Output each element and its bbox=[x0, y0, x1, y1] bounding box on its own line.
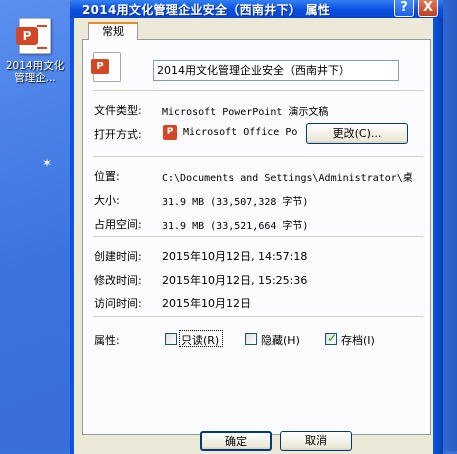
accessed-label: 访问时间: bbox=[94, 297, 142, 310]
ok-button[interactable]: 确定 bbox=[200, 431, 272, 451]
dialog-client-area: 常规 P 2014用文化管理企业安全（西南井下） 文件类型: Microsoft… bbox=[74, 18, 439, 454]
size-on-disk-label: 占用空间: bbox=[94, 218, 142, 231]
size-label: 大小: bbox=[94, 194, 120, 207]
powerpoint-small-icon: P bbox=[163, 125, 177, 140]
modified-label: 修改时间: bbox=[94, 274, 142, 287]
close-button[interactable]: X bbox=[418, 0, 438, 17]
hidden-label[interactable]: 隐藏(H) bbox=[261, 332, 300, 348]
checkmark-icon: ✓ bbox=[327, 331, 338, 345]
opens-with-label: 打开方式: bbox=[94, 128, 142, 141]
tab-general[interactable]: 常规 bbox=[88, 22, 138, 40]
divider bbox=[93, 316, 423, 318]
powerpoint-icon: P bbox=[91, 52, 121, 82]
size-value: 31.9 MB (33,507,328 字节) bbox=[162, 197, 309, 208]
opens-with-value: Microsoft Office Po bbox=[183, 127, 298, 138]
created-label: 创建时间: bbox=[94, 250, 142, 263]
hidden-checkbox[interactable] bbox=[245, 333, 257, 345]
cancel-button[interactable]: 取消 bbox=[280, 431, 352, 451]
file-name-input[interactable]: 2014用文化管理企业安全（西南井下） bbox=[153, 60, 399, 81]
archive-checkbox[interactable]: ✓ bbox=[325, 331, 338, 345]
properties-dialog: 2014用文化管理企业安全（西南井下） 属性 ? X 常规 P 2014用文化管… bbox=[70, 0, 443, 454]
attributes-label: 属性: bbox=[94, 334, 120, 347]
window-title: 2014用文化管理企业安全（西南井下） 属性 bbox=[82, 3, 331, 17]
help-button[interactable]: ? bbox=[394, 0, 414, 17]
size-on-disk-value: 31.9 MB (33,521,664 字节) bbox=[162, 221, 309, 232]
created-value: 2015年10月12日, 14:57:18 bbox=[162, 250, 308, 263]
modified-value: 2015年10月12日, 15:25:36 bbox=[162, 274, 308, 287]
readonly-label[interactable]: 只读(R) bbox=[181, 332, 219, 348]
file-type-value: Microsoft PowerPoint 演示文稿 bbox=[162, 107, 329, 118]
accessed-value: 2015年10月12日 bbox=[162, 297, 251, 310]
divider bbox=[93, 90, 423, 92]
location-label: 位置: bbox=[94, 170, 120, 183]
title-bar[interactable]: 2014用文化管理企业安全（西南井下） 属性 ? X bbox=[70, 0, 443, 18]
desktop-icon-label: 2014用文化 管理企... bbox=[5, 60, 65, 84]
change-button[interactable]: 更改(C)... bbox=[306, 123, 408, 144]
divider bbox=[93, 236, 423, 238]
archive-label[interactable]: 存档(I) bbox=[341, 332, 375, 348]
star-icon: ✶ bbox=[42, 156, 53, 170]
powerpoint-icon: P bbox=[16, 18, 51, 54]
readonly-checkbox[interactable] bbox=[165, 333, 177, 345]
divider bbox=[93, 156, 423, 158]
file-type-label: 文件类型: bbox=[94, 104, 142, 117]
desktop-ppt-file-icon[interactable]: P 2014用文化 管理企... bbox=[4, 18, 66, 84]
desktop-right-edge bbox=[443, 0, 457, 451]
location-value[interactable]: C:\Documents and Settings\Administrator\… bbox=[162, 169, 412, 184]
general-panel: P 2014用文化管理企业安全（西南井下） 文件类型: Microsoft Po… bbox=[82, 39, 431, 435]
window-right-border bbox=[433, 18, 443, 454]
